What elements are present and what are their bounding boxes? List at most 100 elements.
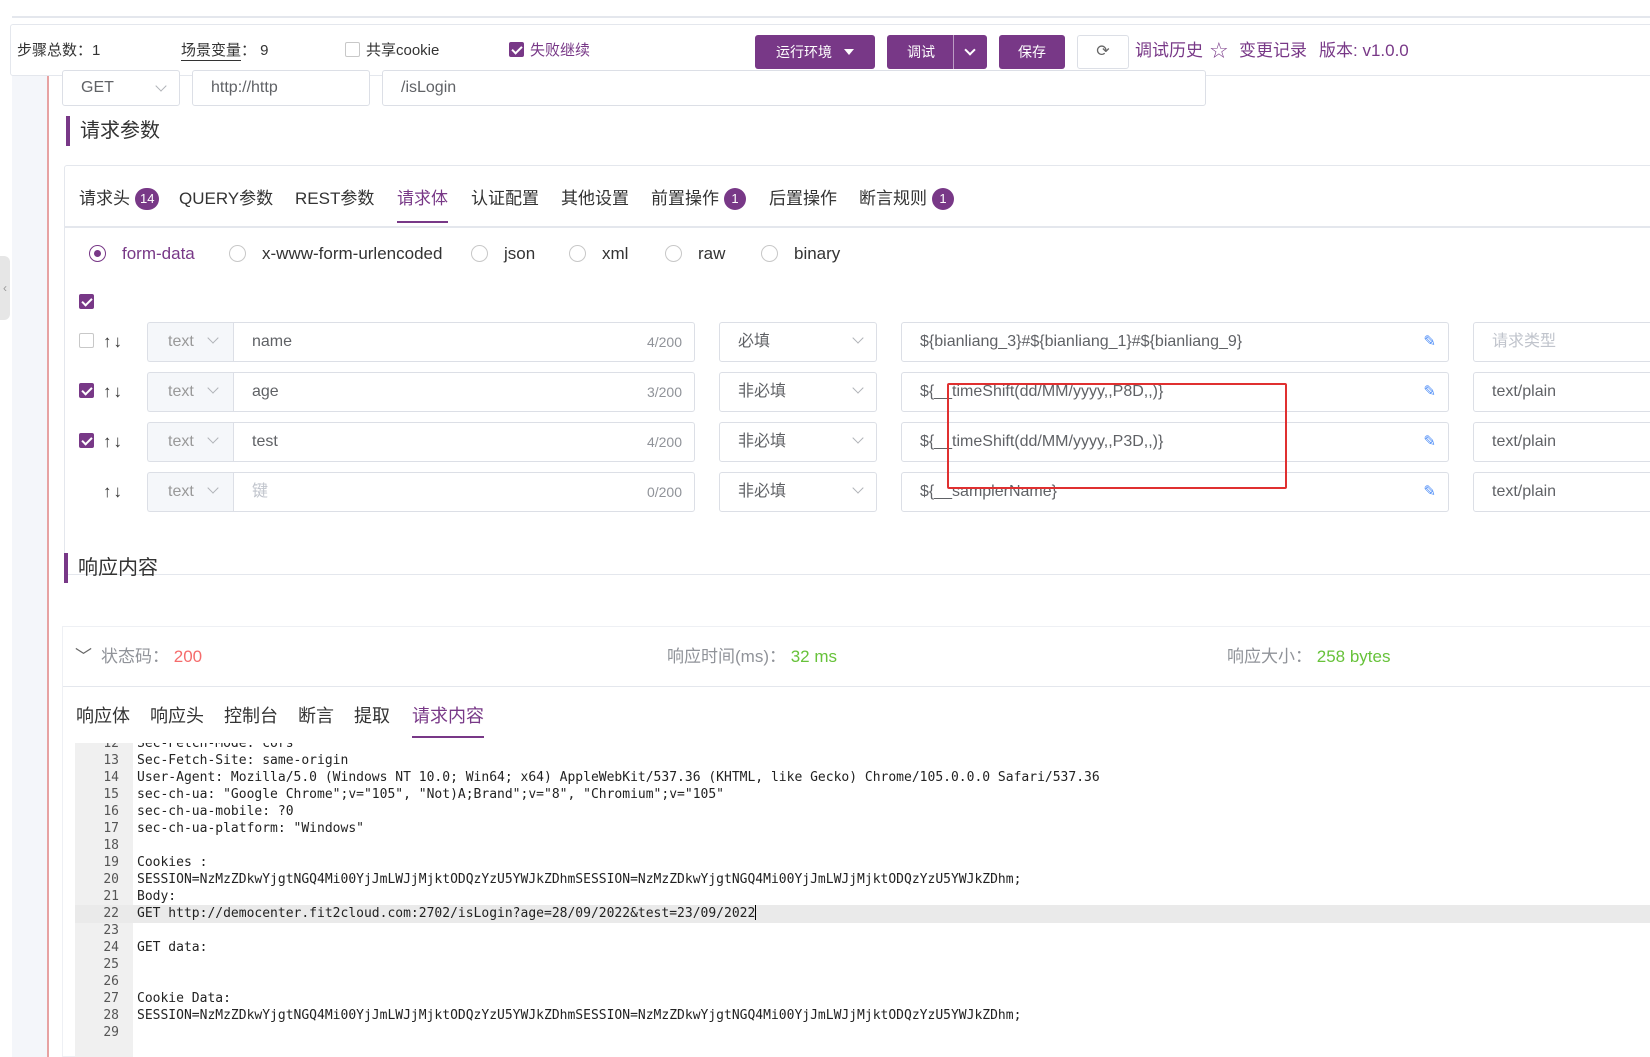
tab-request-headers[interactable]: 请求头 14 [79, 184, 160, 214]
line-text: Sec-Fetch-Site: same-origin [137, 753, 349, 768]
tab-response-headers[interactable]: 响应头 [150, 701, 204, 731]
line-number: 16 [103, 804, 119, 819]
param-type-select[interactable]: text [147, 372, 233, 412]
radio-form-data[interactable]: form-data [89, 236, 195, 272]
code-line: 16 sec-ch-ua-mobile: ?0 [75, 803, 1650, 821]
param-value-input[interactable]: ${__timeShift(dd/MM/yyyy,,P3D,,)} ✎ [901, 422, 1449, 462]
required-select[interactable]: 非必填 [719, 472, 877, 512]
fail-continue-box[interactable] [509, 42, 524, 57]
reorder-arrows-icon[interactable]: ↑↓ [103, 372, 124, 412]
share-cookie-box[interactable] [345, 42, 360, 57]
tab-request-content[interactable]: 请求内容 [412, 701, 484, 738]
domain-input[interactable]: http://http [192, 70, 370, 106]
tab-label: 前置操作 [651, 189, 719, 208]
response-panel: ﹀ 状态码： 200 响应时间(ms)： 32 ms 响应大小： 258 byt… [62, 626, 1650, 1057]
edit-icon[interactable]: ✎ [1423, 373, 1436, 411]
count-badge: 1 [724, 188, 746, 210]
line-number: 22 [103, 906, 119, 921]
radio-json[interactable]: json [471, 236, 535, 272]
line-number: 20 [103, 872, 119, 887]
method-select[interactable]: GET [62, 70, 180, 106]
response-title: 响应内容 [64, 553, 158, 583]
param-type-select[interactable]: text [147, 472, 233, 512]
scene-var-label[interactable]: 场景变量 [181, 42, 242, 61]
tab-assertion[interactable]: 断言 [298, 701, 334, 731]
reorder-arrows-icon[interactable]: ↑↓ [103, 472, 124, 512]
param-key-input[interactable]: test 4/200 [233, 422, 695, 462]
path-input[interactable]: /isLogin [382, 70, 1206, 106]
param-key-input[interactable]: age 3/200 [233, 372, 695, 412]
value-text: ${__timeShift(dd/MM/yyyy,,P3D,,)} [920, 433, 1164, 450]
param-key-input[interactable]: 键 0/200 [233, 472, 695, 512]
line-text: Cookie Data: [137, 991, 231, 1006]
run-environment-button[interactable]: 运行环境 [755, 35, 875, 69]
debug-dropdown-toggle[interactable] [953, 35, 987, 69]
refresh-icon: ⟳ [1096, 43, 1110, 60]
required-select[interactable]: 非必填 [719, 372, 877, 412]
edit-icon[interactable]: ✎ [1423, 473, 1436, 511]
content-type-input[interactable]: 请求类型 [1473, 322, 1650, 362]
run-env-label: 运行环境 [776, 44, 832, 60]
chevron-down-icon [852, 482, 864, 494]
content-type-input[interactable]: text/plain [1473, 422, 1650, 462]
radio-raw[interactable]: raw [665, 236, 725, 272]
tab-label: QUERY参数 [179, 189, 274, 208]
tab-rest-params[interactable]: REST参数 [295, 184, 374, 214]
reorder-arrows-icon[interactable]: ↑↓ [103, 322, 124, 362]
required-value: 必填 [738, 333, 771, 350]
tab-label: 断言规则 [859, 189, 927, 208]
debug-button[interactable]: 调试 [887, 35, 987, 69]
tab-pre-processor[interactable]: 前置操作 1 [651, 184, 746, 214]
content-type-value: 请求类型 [1492, 333, 1557, 350]
save-button[interactable]: 保存 [999, 35, 1065, 69]
tab-extract[interactable]: 提取 [354, 701, 390, 731]
radio-xml[interactable]: xml [569, 236, 628, 272]
tab-response-body[interactable]: 响应体 [76, 701, 130, 731]
param-type-select[interactable]: text [147, 422, 233, 462]
reorder-arrows-icon[interactable]: ↑↓ [103, 422, 124, 462]
param-key-input[interactable]: name 4/200 [233, 322, 695, 362]
favorite-star[interactable]: ☆ [1209, 25, 1229, 77]
param-type-select[interactable]: text [147, 322, 233, 362]
tab-auth-config[interactable]: 认证配置 [471, 184, 539, 214]
star-icon[interactable]: ☆ [1209, 38, 1229, 63]
radio-label: json [504, 244, 536, 263]
debug-label: 调试 [907, 44, 935, 60]
edit-icon[interactable]: ✎ [1423, 323, 1436, 361]
required-select[interactable]: 非必填 [719, 422, 877, 462]
tab-assertions[interactable]: 断言规则 1 [859, 184, 954, 214]
tab-console[interactable]: 控制台 [224, 701, 278, 731]
row-checkbox[interactable] [79, 433, 94, 448]
row-checkbox[interactable] [79, 383, 94, 398]
size-label: 响应大小： [1227, 647, 1312, 666]
content-type-input[interactable]: text/plain [1473, 372, 1650, 412]
change-log-link[interactable]: 变更记录 [1239, 25, 1307, 77]
code-line: 13 Sec-Fetch-Site: same-origin [75, 752, 1650, 770]
param-value-input[interactable]: ${bianliang_3}#${bianliang_1}#${bianlian… [901, 322, 1449, 362]
accent-line [47, 76, 49, 1057]
row-checkbox[interactable] [79, 333, 94, 348]
radio-binary[interactable]: binary [761, 236, 840, 272]
tab-label: 请求体 [397, 189, 448, 208]
collapse-chevron-icon[interactable]: ﹀ [75, 627, 92, 687]
radio-urlencoded[interactable]: x-www-form-urlencoded [229, 236, 442, 272]
edit-icon[interactable]: ✎ [1423, 423, 1436, 461]
version-label[interactable]: 版本: v1.0.0 [1319, 25, 1409, 77]
code-line: 22 GET http://democenter.fit2cloud.com:27… [75, 905, 1650, 923]
param-value-input[interactable]: ${__samplerName} ✎ [901, 472, 1449, 512]
tab-other-settings[interactable]: 其他设置 [561, 184, 629, 214]
tab-query-params[interactable]: QUERY参数 [179, 184, 273, 214]
collapse-handle[interactable]: ‹ [0, 256, 10, 320]
select-all-checkbox[interactable] [79, 294, 94, 309]
response-size: 响应大小： 258 bytes [1227, 627, 1390, 687]
line-number: 24 [103, 940, 119, 955]
line-number: 28 [103, 1008, 119, 1023]
code-line: 15 sec-ch-ua: "Google Chrome";v="105", "N… [75, 786, 1650, 804]
tab-post-processor[interactable]: 后置操作 [769, 184, 837, 214]
refresh-button[interactable]: ⟳ [1077, 35, 1129, 69]
tab-request-body[interactable]: 请求体 [397, 184, 448, 223]
content-type-input[interactable]: text/plain [1473, 472, 1650, 512]
param-value-input[interactable]: ${__timeShift(dd/MM/yyyy,,P8D,,)} ✎ [901, 372, 1449, 412]
required-select[interactable]: 必填 [719, 322, 877, 362]
request-content-editor[interactable]: 12 Sec-Fetch-Mode: cors 13 Sec-Fetch-Site: … [75, 743, 1650, 1057]
